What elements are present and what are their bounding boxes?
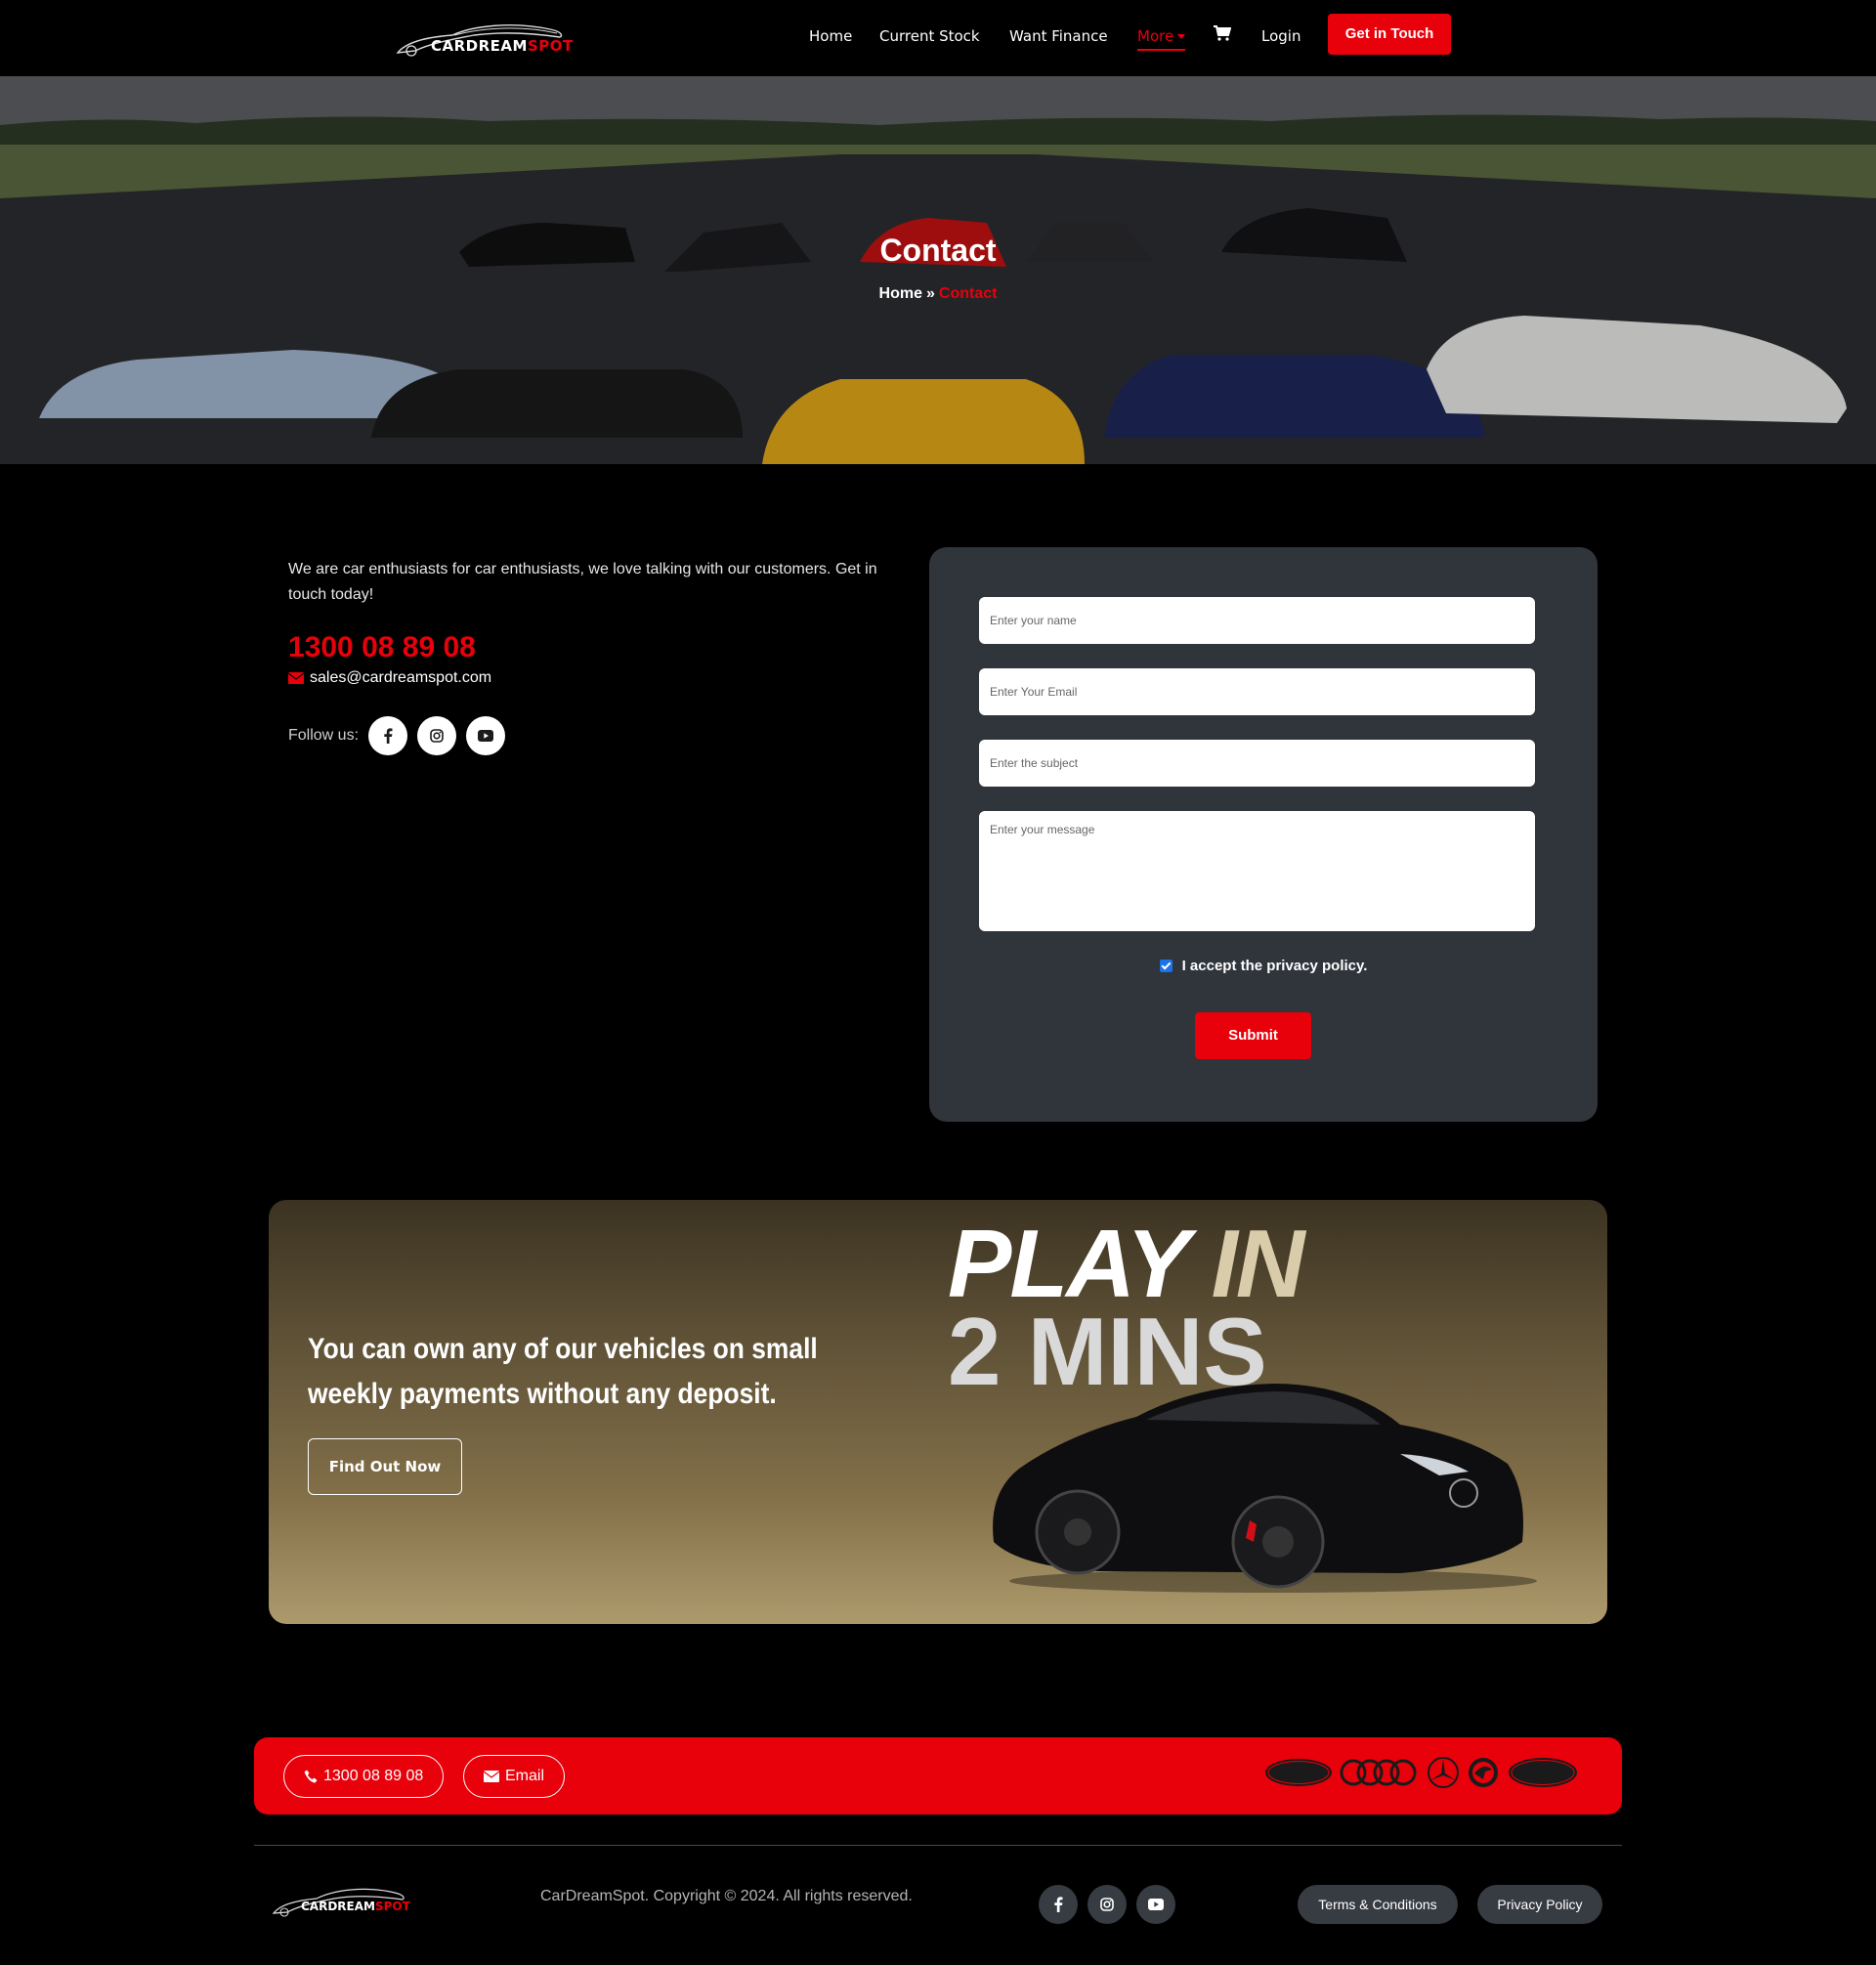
footer-facebook-link[interactable] <box>1039 1885 1078 1924</box>
envelope-icon <box>288 672 304 684</box>
logo-text: CARDREAMSPOT <box>431 37 574 55</box>
nav-want-finance[interactable]: Want Finance <box>1009 27 1108 45</box>
breadcrumb-current: Contact <box>938 285 998 302</box>
privacy-checkbox[interactable] <box>1159 960 1172 972</box>
footer-logo-text: CARDREAMSPOT <box>301 1900 410 1913</box>
nav-home[interactable]: Home <box>809 27 852 45</box>
footer-divider <box>254 1845 1622 1846</box>
site-logo[interactable]: CARDREAMSPOT <box>396 16 586 61</box>
contact-intro: We are car enthusiasts for car enthusias… <box>288 561 877 603</box>
skoda-logo-icon <box>1469 1758 1498 1787</box>
facebook-link[interactable] <box>368 716 408 755</box>
facebook-icon <box>1054 1897 1063 1912</box>
contact-form: I accept the privacy policy. Submit <box>929 547 1598 1122</box>
audi-logo-icon <box>1340 1759 1417 1786</box>
breadcrumb: Home» Contact <box>0 285 1876 303</box>
follow-us: Follow us: <box>288 716 506 755</box>
footer-email-label: Email <box>505 1768 545 1784</box>
message-textarea[interactable] <box>979 811 1535 931</box>
subject-input[interactable] <box>979 740 1535 787</box>
land-rover-logo-icon <box>1509 1758 1577 1787</box>
finance-promo-banner: PLAY IN 2 MINS You can own any of our ve… <box>269 1200 1607 1624</box>
top-navbar: CARDREAMSPOT Home Current Stock Want Fin… <box>0 0 1876 76</box>
envelope-icon <box>484 1771 499 1782</box>
name-input[interactable] <box>979 597 1535 644</box>
privacy-consent-label: I accept the privacy policy. <box>1181 958 1368 974</box>
footer-contact-bar: 1300 08 89 08 Email <box>254 1737 1622 1815</box>
footer-youtube-link[interactable] <box>1136 1885 1175 1924</box>
facebook-icon <box>384 728 393 744</box>
terms-link[interactable]: Terms & Conditions <box>1298 1885 1458 1924</box>
page-title: Contact <box>879 233 997 268</box>
nav-login[interactable]: Login <box>1261 27 1300 45</box>
promo-text: You can own any of our vehicles on small… <box>308 1333 818 1410</box>
email-input[interactable] <box>979 668 1535 715</box>
black-sedan-car-image <box>993 1384 1537 1593</box>
follow-label: Follow us: <box>288 727 360 744</box>
promo-headline: PLAY IN <box>948 1216 1305 1311</box>
footer-phone-label: 1300 08 89 08 <box>323 1768 424 1784</box>
youtube-icon <box>1148 1899 1164 1910</box>
cart-icon[interactable] <box>1214 25 1231 41</box>
footer-instagram-link[interactable] <box>1087 1885 1127 1924</box>
get-in-touch-button[interactable]: Get in Touch <box>1328 14 1451 55</box>
hero-banner: Contact Home» Contact <box>0 76 1876 464</box>
instagram-icon <box>1100 1898 1114 1911</box>
contact-phone[interactable]: 1300 08 89 08 <box>288 631 476 664</box>
privacy-consent: I accept the privacy policy. <box>929 958 1598 974</box>
nav-more-dropdown[interactable]: More <box>1137 27 1186 51</box>
hero-overlay <box>0 76 1876 464</box>
instagram-icon <box>430 729 444 743</box>
youtube-link[interactable] <box>466 716 506 755</box>
nav-more-label: More <box>1137 27 1174 45</box>
ford-logo-icon <box>1265 1759 1332 1786</box>
privacy-policy-link[interactable]: Privacy Policy <box>1477 1885 1602 1924</box>
copyright-text: CarDreamSpot. Copyright © 2024. All righ… <box>540 1888 913 1904</box>
youtube-icon <box>478 730 494 742</box>
mercedes-logo-icon <box>1428 1757 1459 1788</box>
contact-email-link[interactable]: sales@cardreamspot.com <box>288 669 491 687</box>
footer-email-button[interactable]: Email <box>463 1755 566 1798</box>
footer-phone-button[interactable]: 1300 08 89 08 <box>283 1755 445 1798</box>
footer-logo[interactable]: CARDREAMSPOT <box>272 1881 423 1920</box>
find-out-now-button[interactable]: Find Out Now <box>308 1438 462 1495</box>
breadcrumb-home[interactable]: Home <box>879 285 922 302</box>
nav-current-stock[interactable]: Current Stock <box>879 27 980 45</box>
phone-icon <box>304 1770 318 1783</box>
breadcrumb-separator: » <box>925 285 935 302</box>
submit-button[interactable]: Submit <box>1195 1012 1311 1059</box>
instagram-link[interactable] <box>417 716 457 755</box>
brand-logos <box>1264 1756 1579 1789</box>
contact-email: sales@cardreamspot.com <box>310 669 492 686</box>
caret-down-icon <box>1177 34 1186 39</box>
